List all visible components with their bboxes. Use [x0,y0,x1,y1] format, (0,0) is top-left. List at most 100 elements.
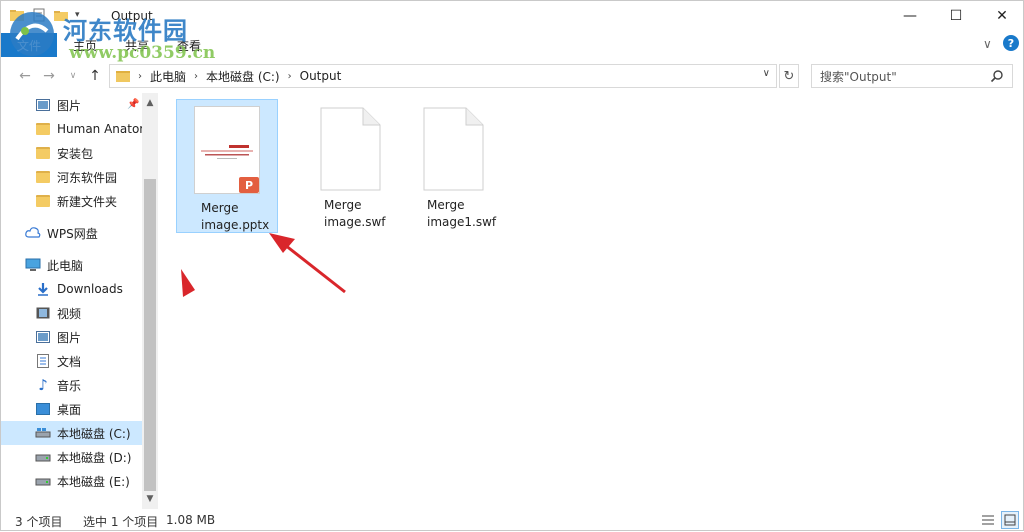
sidebar-item-label: 文档 [57,354,82,369]
sidebar-item-human-anatomy[interactable]: Human Anatom [1,117,142,141]
navigation-bar: ← → ∨ ↑ › 此电脑 › 本地磁盘 (C:) › Output ∨ ↻ 搜… [1,61,1023,91]
breadcrumb-output[interactable]: Output [300,69,342,83]
status-selection: 选中 1 个项目 [83,515,159,529]
tab-share[interactable]: 共享 [125,37,149,54]
sidebar-item-music[interactable]: ♪ 音乐 [1,373,142,397]
file-name-line1: Merge [427,198,465,212]
tab-view[interactable]: 查看 [177,37,201,54]
sidebar-item-label: 桌面 [57,402,82,417]
details-view-icon[interactable] [979,511,997,529]
computer-icon [25,257,41,273]
tab-home[interactable]: 主页 [73,37,97,54]
sidebar-item-local-disk-d[interactable]: 本地磁盘 (D:) [1,445,142,469]
file-name-line2: image1.swf [427,215,497,229]
file-view: P Merge image.pptx Merge image.swf Merge… [161,93,1024,509]
minimize-button[interactable]: — [887,1,933,31]
recent-locations-chevron-icon[interactable]: ∨ [63,65,83,87]
sidebar-scrollbar[interactable]: ▲ ▼ [142,93,158,509]
sidebar-item-label: WPS网盘 [47,226,98,241]
file-item-merge-image1-swf[interactable]: Merge image1.swf [402,99,504,233]
search-input[interactable]: 搜索"Output" [811,64,1013,88]
sidebar-item-hedong[interactable]: 河东软件园 [1,165,142,189]
pin-icon[interactable]: 📌 [127,99,139,110]
sidebar-item-local-disk-c[interactable]: 本地磁盘 (C:) [1,421,142,445]
window-title: Output [111,9,153,23]
folder-icon [35,121,51,137]
svg-text:P: P [245,179,253,192]
customize-toolbar-chevron-icon[interactable]: ▾ [75,10,80,20]
sidebar-item-label: 图片 [57,330,82,345]
cloud-icon [25,225,41,241]
address-history-chevron-icon[interactable]: ∨ [763,68,770,79]
breadcrumb-local-disk-c[interactable]: 本地磁盘 (C:) [206,68,280,85]
quick-access-toolbar: ▾ [9,7,80,23]
sidebar-item-label: 本地磁盘 (C:) [57,426,131,441]
sidebar-item-pictures[interactable]: 图片 [1,325,142,349]
sidebar-item-install-packages[interactable]: 安装包 [1,141,142,165]
app-folder-icon [10,10,24,21]
sidebar-item-downloads[interactable]: Downloads [1,277,142,301]
sidebar-item-this-pc[interactable]: 此电脑 [1,253,142,277]
folder-icon [35,145,51,161]
address-bar[interactable]: › 此电脑 › 本地磁盘 (C:) › Output ∨ [109,64,777,88]
large-icons-view-icon[interactable] [1001,511,1019,529]
download-icon [35,281,51,297]
up-arrow-icon[interactable]: ↑ [85,65,105,87]
video-icon [35,305,51,321]
desktop-icon [35,401,51,417]
sidebar-item-label: Human Anatom [57,122,142,136]
music-icon: ♪ [38,376,48,394]
file-name-line1: Merge [201,201,239,215]
pictures-icon [35,97,51,113]
sidebar-item-videos[interactable]: 视频 [1,301,142,325]
forward-arrow-icon[interactable]: → [39,65,59,87]
back-arrow-icon[interactable]: ← [15,65,35,87]
file-name: Merge image.pptx [181,200,273,234]
sidebar-item-label: 图片 [57,98,82,113]
sidebar-item-label: 河东软件园 [57,170,118,185]
sidebar-item-local-disk-e[interactable]: 本地磁盘 (E:) [1,469,142,493]
file-name-line2: image.swf [324,215,386,229]
sidebar-item-documents[interactable]: 文档 [1,349,142,373]
sidebar-item-label: 音乐 [57,378,82,393]
help-icon[interactable]: ? [1003,35,1019,51]
scroll-down-arrow-icon[interactable]: ▼ [142,491,158,507]
title-bar: ▾ Output — ☐ ✕ [1,1,1023,33]
blank-document-icon [423,107,484,191]
sidebar-item-desktop[interactable]: 桌面 [1,397,142,421]
drive-icon [35,473,51,489]
search-icon[interactable] [990,69,1004,83]
breadcrumb-separator-icon[interactable]: › [288,71,292,82]
refresh-button[interactable]: ↻ [779,64,799,88]
scroll-up-arrow-icon[interactable]: ▲ [142,95,158,111]
file-name-line2: image.pptx [201,218,270,232]
file-item-merge-image-pptx[interactable]: P Merge image.pptx [176,99,278,233]
close-button[interactable]: ✕ [979,1,1024,31]
breadcrumb-this-pc[interactable]: 此电脑 [150,68,186,85]
properties-icon[interactable] [31,7,47,23]
sidebar-item-wps-cloud[interactable]: WPS网盘 [1,221,142,245]
search-placeholder: 搜索"Output" [820,69,897,84]
address-folder-icon [116,70,130,82]
tab-file[interactable]: 文件 [1,33,57,57]
sidebar-item-label: 此电脑 [47,258,84,273]
ribbon-expand-chevron-icon[interactable]: ∨ [983,37,992,51]
new-folder-icon[interactable] [53,7,69,23]
ribbon-tabs: 文件 主页 共享 查看 ∨ ? [1,33,1023,59]
file-item-merge-image-swf[interactable]: Merge image.swf [299,99,401,233]
explorer-window: ▾ Output — ☐ ✕ 文件 主页 共享 查看 ∨ ? 河东软件园 www… [0,0,1024,531]
status-bar: 3 个项目 选中 1 个项目 1.08 MB [1,509,1023,531]
breadcrumb-separator-icon[interactable]: › [194,71,198,82]
slide-preview-icon: P [195,107,259,193]
pictures-icon [35,329,51,345]
folder-icon [35,193,51,209]
scrollbar-thumb[interactable] [144,179,156,491]
folder-icon [35,169,51,185]
sidebar-item-label: 本地磁盘 (D:) [57,450,132,465]
drive-icon [35,449,51,465]
file-name: Merge image1.swf [407,197,499,231]
pptx-thumbnail: P [194,106,260,194]
maximize-button[interactable]: ☐ [933,1,979,31]
sidebar-item-pictures-pinned[interactable]: 图片 📌 [1,93,142,117]
sidebar-item-new-folder[interactable]: 新建文件夹 [1,189,142,213]
